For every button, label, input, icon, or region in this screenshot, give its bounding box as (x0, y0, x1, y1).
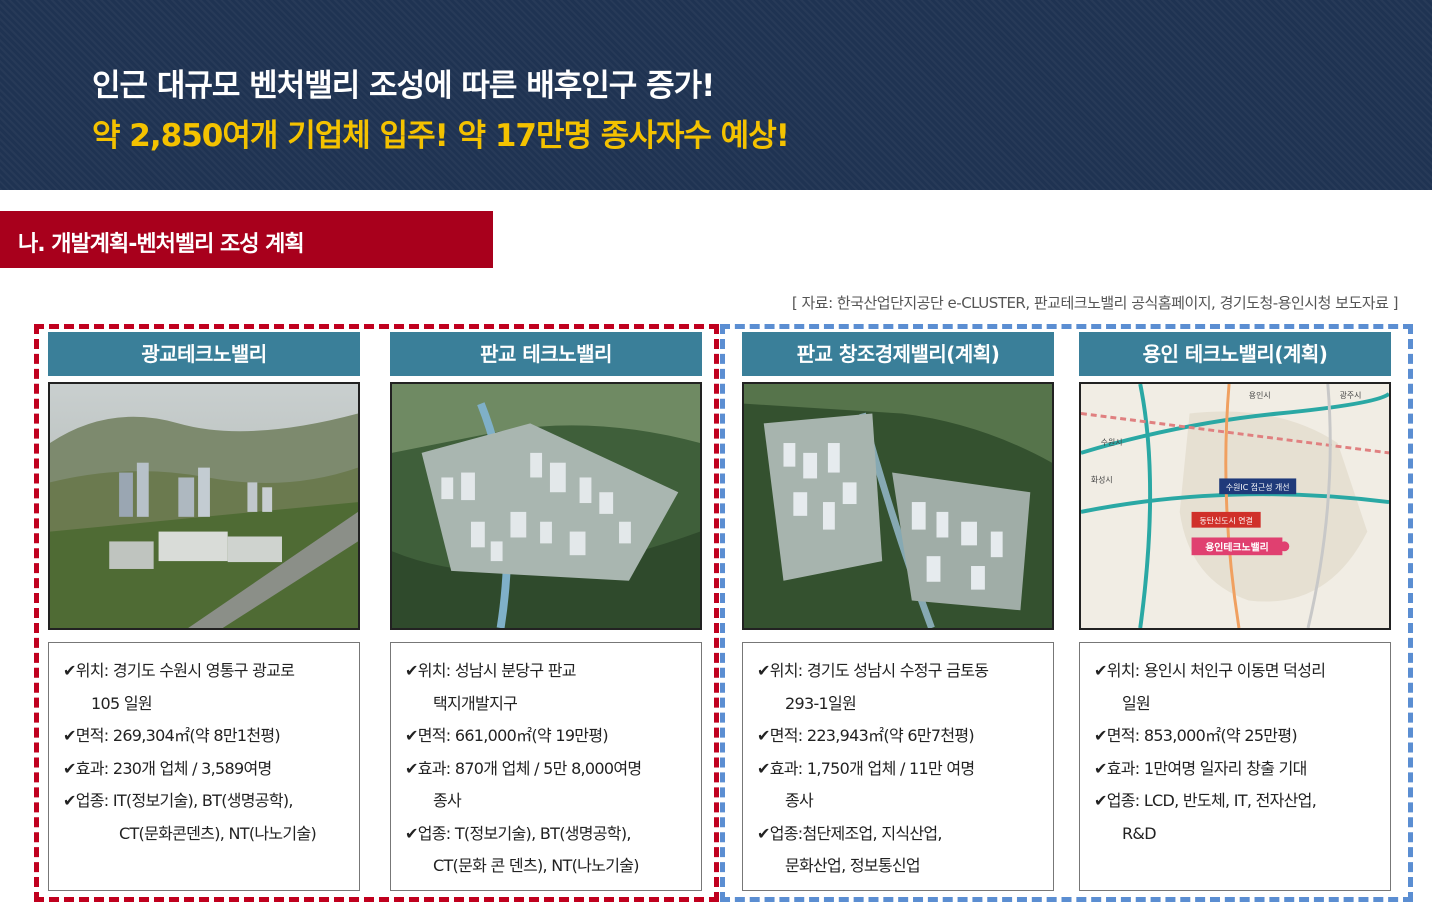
industry-line-cont: CT(문화 콘 덴츠), NT(나노기술) (433, 856, 639, 875)
area-line: ✔면적: 661,000㎡(약 19만평) (405, 726, 609, 745)
pangyo-creative-rendering (742, 382, 1054, 630)
valley-card-pangyo-creative: 판교 창조경제밸리(계획) ✔위치: 경기도 성남시 수정구 금토동 293-1… (742, 332, 1054, 891)
map-label-yongin: 용인시 (1249, 390, 1271, 400)
location-line: ✔위치: 성남시 분당구 판교 (405, 661, 576, 680)
banner-headline: 인근 대규모 벤처밸리 조성에 따른 배후인구 증가! (92, 68, 715, 104)
map-label-hwaseong: 화성시 (1091, 475, 1113, 484)
card-info: ✔위치: 성남시 분당구 판교 택지개발지구 ✔면적: 661,000㎡(약 1… (390, 642, 702, 891)
location-line: ✔위치: 경기도 성남시 수정구 금토동 (757, 661, 989, 680)
banner-subheadline: 약 2,850여개 기업체 입주! 약 17만명 종사자수 예상! (92, 118, 790, 154)
card-title: 광교테크노밸리 (48, 332, 360, 376)
card-title: 판교 테크노밸리 (390, 332, 702, 376)
section-title: 나. 개발계획-벤처벨리 조성 계획 (18, 232, 305, 257)
map-label-yongin-techno: 용인테크노밸리 (1205, 540, 1269, 553)
valley-card-pangyo: 판교 테크노밸리 ✔위치: 성남시 분당구 판교 택지개발지구 ✔면적: 661… (390, 332, 702, 891)
effect-line: ✔효과: 1만여명 일자리 창출 기대 (1094, 758, 1307, 778)
map-label-dongtan: 동탄신도시 연결 (1199, 516, 1252, 526)
area-line: ✔면적: 853,000㎡(약 25만평) (1094, 726, 1298, 745)
effect-line-cont: 종사 (433, 791, 462, 810)
industry-line-cont: 문화산업, 정보통신업 (785, 856, 921, 875)
effect-line: ✔효과: 1,750개 업체 / 11만 여명 (757, 758, 975, 778)
industry-line: ✔업종:첨단제조업, 지식산업, (757, 823, 942, 843)
map-label-suwon-ic: 수원IC 접근성 개선 (1226, 482, 1290, 492)
card-info: ✔위치: 경기도 수원시 영통구 광교로 105 일원 ✔면적: 269,304… (48, 642, 360, 891)
location-line-cont: 택지개발지구 (433, 693, 518, 713)
industry-line: ✔업종: LCD, 반도체, IT, 전자산업, (1094, 791, 1317, 810)
location-line: ✔위치: 경기도 수원시 영통구 광교로 (63, 661, 295, 680)
industry-line-cont: CT(문화콘덴츠), NT(나노기술) (119, 823, 317, 843)
area-line: ✔면적: 223,943㎡(약 6만7천평) (757, 726, 975, 745)
valley-card-yongin: 용인 테크노밸리(계획) 수원IC 접근성 개선 동탄신도시 연결 용인테크노밸… (1079, 332, 1391, 891)
location-line: ✔위치: 용인시 처인구 이동면 덕성리 (1094, 661, 1326, 680)
top-banner: 인근 대규모 벤처밸리 조성에 따른 배후인구 증가! 약 2,850여개 기업… (0, 0, 1432, 190)
map-label-gwangju: 광주시 (1340, 390, 1362, 400)
section-title-bar: 나. 개발계획-벤처벨리 조성 계획 (0, 211, 493, 268)
pangyo-rendering (390, 382, 702, 630)
industry-line-cont: R&D (1122, 823, 1157, 843)
effect-line-cont: 종사 (785, 791, 814, 810)
card-title: 판교 창조경제밸리(계획) (742, 332, 1054, 376)
card-info: ✔위치: 경기도 성남시 수정구 금토동 293-1일원 ✔면적: 223,94… (742, 642, 1054, 891)
location-line-cont: 일원 (1122, 693, 1151, 713)
location-line-cont: 293-1일원 (785, 693, 857, 713)
source-note: [ 자료: 한국산업단지공단 e-CLUSTER, 판교테크노밸리 공식홈페이지… (791, 294, 1399, 312)
card-info: ✔위치: 용인시 처인구 이동면 덕성리 일원 ✔면적: 853,000㎡(약 … (1079, 642, 1391, 891)
industry-line: ✔업종: T(정보기술), BT(생명공학), (405, 823, 631, 843)
yongin-location-map: 수원IC 접근성 개선 동탄신도시 연결 용인테크노밸리 용인시 수원시 광주시… (1079, 382, 1391, 630)
valley-card-gwanggyo: 광교테크노밸리 ✔위치: 경기도 수원시 영통구 광교로 105 일원 ✔면적:… (48, 332, 360, 891)
card-title: 용인 테크노밸리(계획) (1079, 332, 1391, 376)
effect-line: ✔효과: 870개 업체 / 5만 8,000여명 (405, 758, 642, 778)
area-line: ✔면적: 269,304㎡(약 8만1천평) (63, 726, 281, 745)
effect-line: ✔효과: 230개 업체 / 3,589여명 (63, 758, 272, 778)
location-line-cont: 105 일원 (91, 693, 153, 713)
gwanggyo-aerial-photo (48, 382, 360, 630)
industry-line: ✔업종: IT(정보기술), BT(생명공학), (63, 791, 293, 810)
map-label-suwon: 수원시 (1101, 438, 1123, 447)
